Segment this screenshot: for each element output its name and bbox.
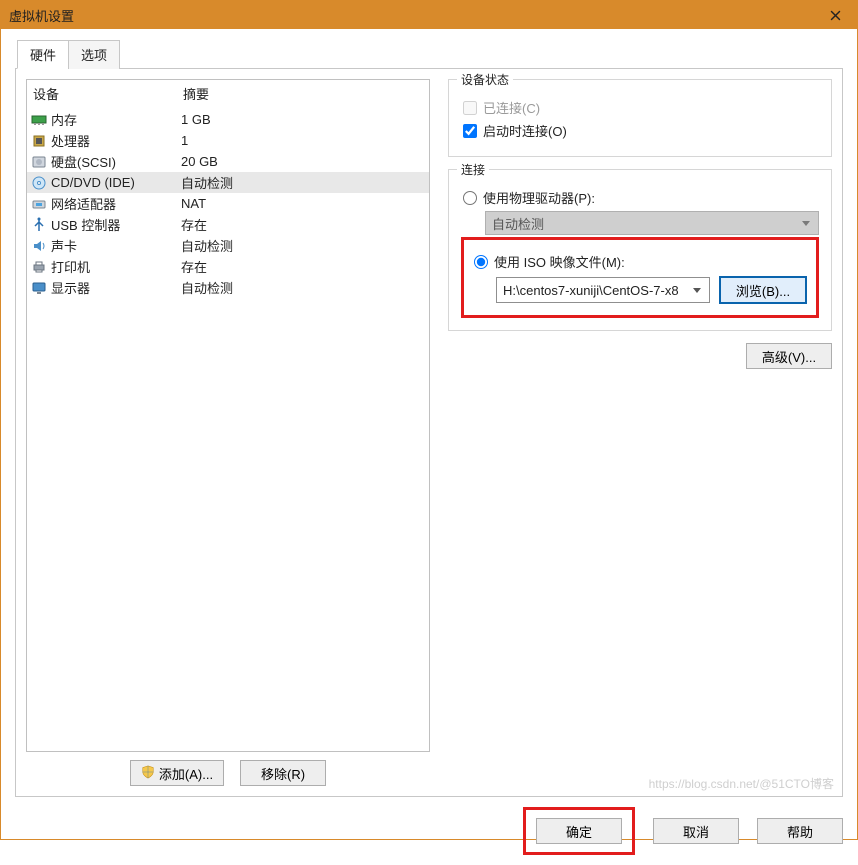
device-row[interactable]: 显示器自动检测 [27,277,429,298]
cpu-icon [31,133,47,149]
tab-hardware[interactable]: 硬件 [17,40,69,69]
device-row-label: 内存 [51,110,181,129]
memory-icon [31,112,47,128]
window-title: 虚拟机设置 [9,6,74,25]
radio-use-physical-label: 使用物理驱动器(P): [483,188,595,207]
group-device-status-title: 设备状态 [457,71,513,88]
printer-icon [31,259,47,275]
device-row-label: 显示器 [51,278,181,297]
browse-button[interactable]: 浏览(B)... [720,277,806,303]
group-device-status: 设备状态 已连接(C) 启动时连接(O) [448,79,832,157]
usb-icon [31,217,47,233]
help-button[interactable]: 帮助 [757,818,843,844]
sound-icon [31,238,47,254]
device-row-label: USB 控制器 [51,215,181,234]
iso-path-combo[interactable]: H:\centos7-xuniji\CentOS-7-x8 [496,277,710,303]
tab-strip: 硬件 选项 [17,40,843,69]
cd-icon [31,175,47,191]
device-row-summary: 自动检测 [181,173,425,192]
add-button[interactable]: 添加(A)... [130,760,224,786]
radio-use-iso-input[interactable] [474,255,488,269]
device-row-summary: 存在 [181,257,425,276]
device-row[interactable]: USB 控制器存在 [27,214,429,235]
device-row-summary: 自动检测 [181,278,425,297]
device-list-header: 设备 摘要 [27,80,429,109]
checkbox-connect-at-poweron-input[interactable] [463,124,477,138]
display-icon [31,280,47,296]
device-row-label: 打印机 [51,257,181,276]
advanced-button[interactable]: 高级(V)... [746,343,832,369]
checkbox-connected: 已连接(C) [461,98,819,117]
checkbox-connected-label: 已连接(C) [483,98,540,117]
cancel-button[interactable]: 取消 [653,818,739,844]
radio-use-physical[interactable]: 使用物理驱动器(P): [461,188,819,207]
device-row-label: 处理器 [51,131,181,150]
radio-use-physical-input[interactable] [463,191,477,205]
device-row-summary: 1 [181,133,425,148]
device-row[interactable]: 打印机存在 [27,256,429,277]
device-row[interactable]: 硬盘(SCSI)20 GB [27,151,429,172]
group-connection-title: 连接 [457,161,489,178]
iso-highlight: 使用 ISO 映像文件(M): H:\centos7-xuniji\CentOS… [461,237,819,318]
device-row-label: 声卡 [51,236,181,255]
footer: 确定 取消 帮助 [1,797,857,865]
physical-drive-value: 自动检测 [492,214,544,233]
close-button[interactable] [813,1,857,29]
radio-use-iso[interactable]: 使用 ISO 映像文件(M): [472,252,806,271]
physical-drive-combo: 自动检测 [485,211,819,235]
device-row-summary: NAT [181,196,425,211]
left-pane: 设备 摘要 内存1 GB处理器1硬盘(SCSI)20 GBCD/DVD (IDE… [26,79,430,786]
device-row-summary: 20 GB [181,154,425,169]
iso-path-value: H:\centos7-xuniji\CentOS-7-x8 [503,283,679,298]
add-button-label: 添加(A)... [159,764,213,783]
remove-button[interactable]: 移除(R) [240,760,326,786]
device-row-summary: 1 GB [181,112,425,127]
titlebar: 虚拟机设置 [1,1,857,29]
device-row[interactable]: CD/DVD (IDE)自动检测 [27,172,429,193]
device-row-label: 网络适配器 [51,194,181,213]
checkbox-connected-input [463,101,477,115]
col-summary: 摘要 [183,84,209,103]
radio-use-iso-label: 使用 ISO 映像文件(M): [494,252,625,271]
shield-icon [141,765,159,782]
ok-highlight: 确定 [523,807,635,855]
ok-button[interactable]: 确定 [536,818,622,844]
tab-options[interactable]: 选项 [68,40,120,69]
right-pane: 设备状态 已连接(C) 启动时连接(O) 连接 使用物理驱动器(P): 自动检测 [430,79,832,786]
device-row-summary: 存在 [181,215,425,234]
device-row-summary: 自动检测 [181,236,425,255]
device-row[interactable]: 声卡自动检测 [27,235,429,256]
group-connection: 连接 使用物理驱动器(P): 自动检测 使用 ISO 映像文件(M): H [448,169,832,331]
device-row-label: CD/DVD (IDE) [51,175,181,190]
checkbox-connect-at-poweron[interactable]: 启动时连接(O) [461,121,819,140]
device-list[interactable]: 设备 摘要 内存1 GB处理器1硬盘(SCSI)20 GBCD/DVD (IDE… [26,79,430,752]
col-device: 设备 [33,84,183,103]
device-row-label: 硬盘(SCSI) [51,152,181,171]
disk-icon [31,154,47,170]
close-icon [830,10,841,21]
device-row[interactable]: 内存1 GB [27,109,429,130]
device-row[interactable]: 处理器1 [27,130,429,151]
nic-icon [31,196,47,212]
checkbox-connect-at-poweron-label: 启动时连接(O) [483,121,567,140]
device-row[interactable]: 网络适配器NAT [27,193,429,214]
